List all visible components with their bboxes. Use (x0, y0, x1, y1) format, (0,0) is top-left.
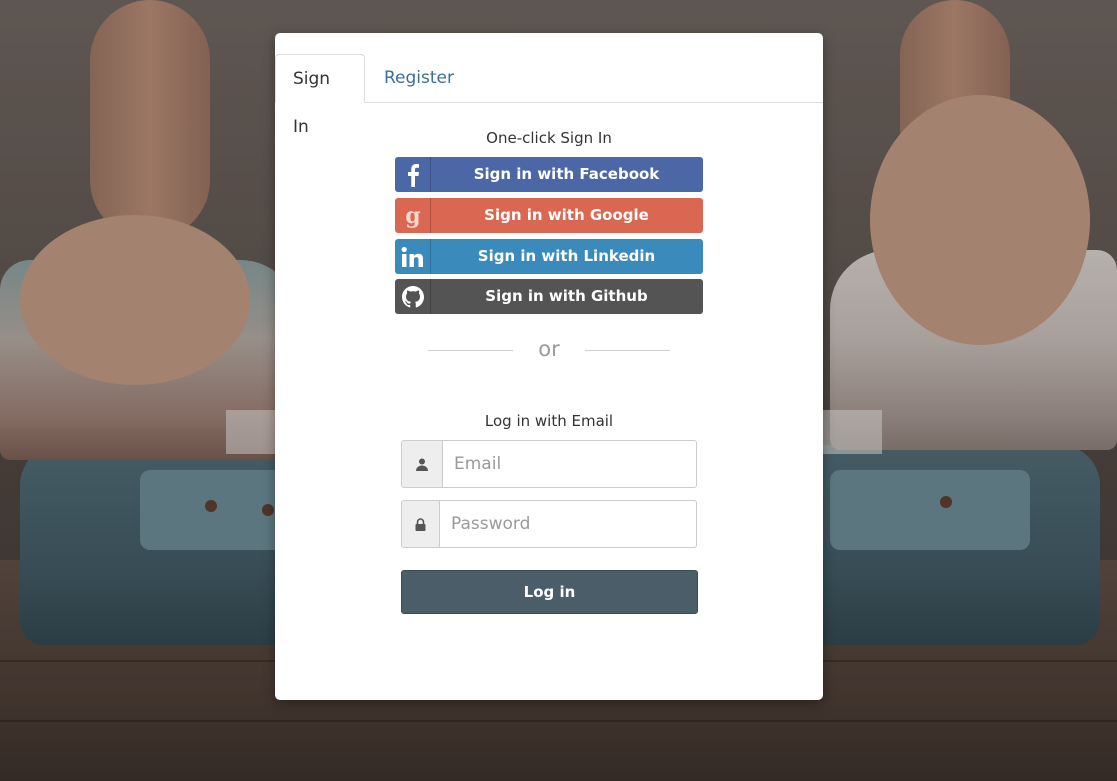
auth-tabs: Sign In Register (275, 54, 823, 137)
github-signin-button[interactable]: Sign in with Github (395, 279, 703, 314)
google-signin-button[interactable]: g Sign in with Google (395, 198, 703, 233)
user-icon (402, 441, 443, 487)
password-input[interactable] (440, 501, 696, 547)
linkedin-signin-label: Sign in with Linkedin (477, 247, 656, 265)
login-button[interactable]: Log in (401, 570, 698, 614)
tab-sign-in[interactable]: Sign In (275, 54, 365, 137)
github-signin-label: Sign in with Github (485, 287, 648, 305)
one-click-title: One-click Sign In (486, 129, 612, 147)
or-text: or (538, 337, 560, 361)
svg-text:g: g (405, 203, 420, 229)
email-input-group (401, 440, 697, 488)
github-icon (395, 279, 431, 314)
login-modal: Sign In Register One-click Sign In Sign … (275, 33, 823, 700)
or-divider: or (428, 335, 670, 365)
divider-line (585, 350, 670, 351)
linkedin-signin-button[interactable]: Sign in with Linkedin (395, 239, 703, 274)
email-input[interactable] (443, 441, 696, 487)
facebook-icon (395, 157, 431, 192)
facebook-signin-label: Sign in with Facebook (473, 165, 660, 183)
linkedin-icon (395, 239, 431, 274)
facebook-signin-button[interactable]: Sign in with Facebook (395, 157, 703, 192)
tab-register[interactable]: Register (367, 54, 471, 102)
lock-icon (402, 501, 440, 547)
email-login-title: Log in with Email (484, 412, 614, 430)
password-input-group (401, 500, 697, 548)
google-signin-label: Sign in with Google (484, 206, 649, 224)
google-icon: g (395, 198, 431, 233)
